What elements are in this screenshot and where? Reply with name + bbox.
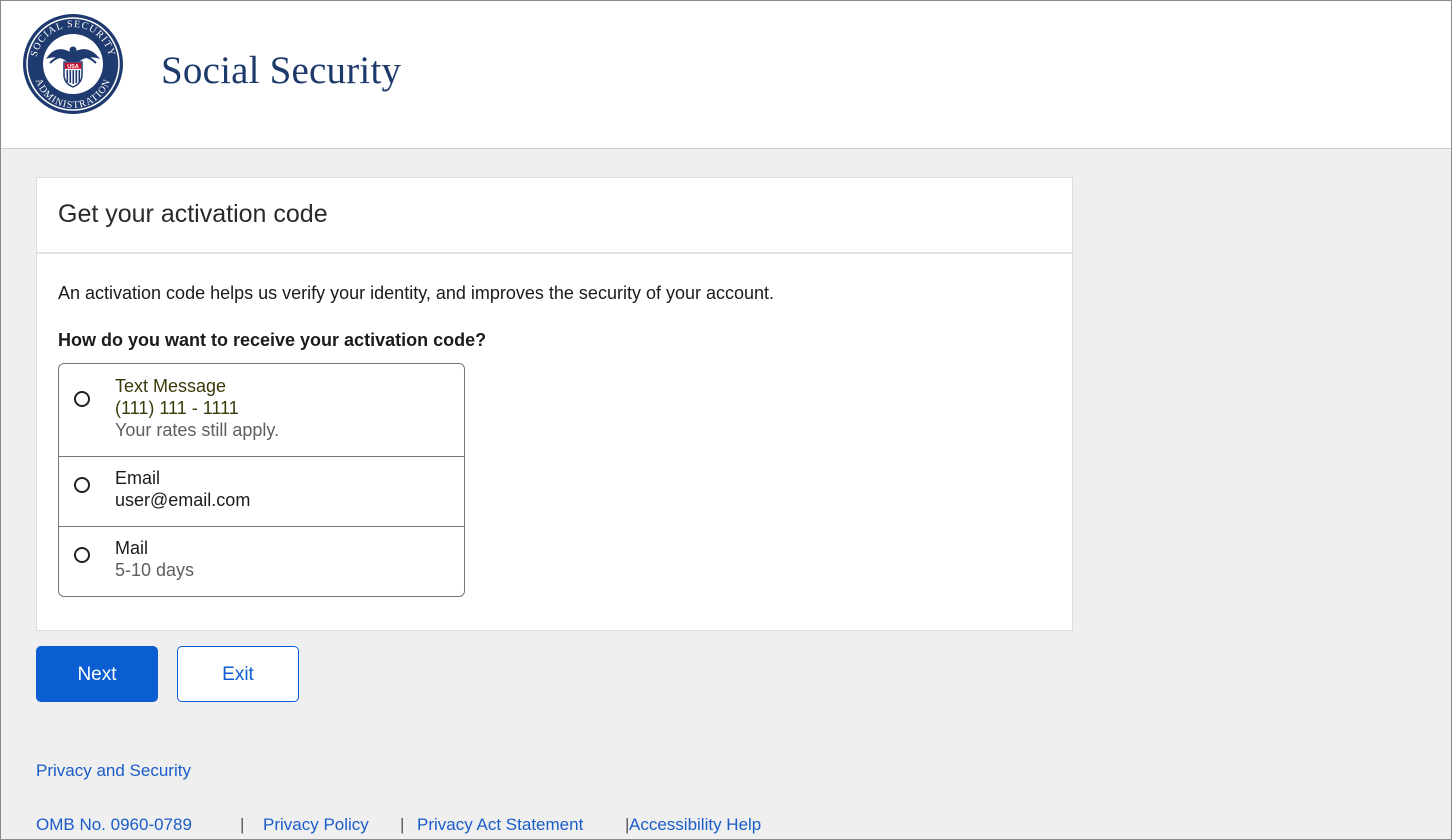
privacy-policy-link[interactable]: Privacy Policy bbox=[263, 816, 369, 833]
footer-separator: | bbox=[240, 815, 245, 834]
card-header: Get your activation code bbox=[37, 178, 1072, 254]
activation-code-card: Get your activation code An activation c… bbox=[36, 177, 1073, 631]
next-button[interactable]: Next bbox=[36, 646, 158, 702]
accessibility-help-link[interactable]: Accessibility Help bbox=[629, 816, 761, 833]
site-title[interactable]: Social Security bbox=[161, 51, 401, 90]
radio-mail[interactable] bbox=[74, 547, 90, 563]
delivery-options-group: Text Message (111) 111 - 1111 Your rates… bbox=[58, 363, 465, 597]
omb-number-link[interactable]: OMB No. 0960-0789 bbox=[36, 816, 192, 833]
option-text-message-note: Your rates still apply. bbox=[115, 420, 280, 440]
site-header: SOCIAL SECURITY ADMINISTRATION USA Socia… bbox=[1, 1, 1451, 149]
option-email-address: user@email.com bbox=[115, 490, 251, 510]
option-text-message-phone: (111) 111 - 1111 bbox=[115, 398, 239, 418]
ssa-seal-logo[interactable]: SOCIAL SECURITY ADMINISTRATION USA bbox=[22, 13, 124, 115]
exit-button[interactable]: Exit bbox=[177, 646, 299, 702]
option-email-label: Email bbox=[115, 468, 161, 488]
privacy-act-statement-link[interactable]: Privacy Act Statement bbox=[417, 816, 583, 833]
option-mail-label: Mail bbox=[115, 538, 149, 558]
radio-text-message[interactable] bbox=[74, 391, 90, 407]
option-mail-timeframe: 5-10 days bbox=[115, 560, 195, 580]
option-mail[interactable]: Mail 5-10 days bbox=[59, 527, 464, 596]
radio-email[interactable] bbox=[74, 477, 90, 493]
intro-text: An activation code helps us verify your … bbox=[58, 283, 775, 303]
option-text-message-label: Text Message bbox=[115, 376, 227, 396]
delivery-question: How do you want to receive your activati… bbox=[58, 330, 487, 350]
page-frame: SOCIAL SECURITY ADMINISTRATION USA Socia… bbox=[0, 0, 1452, 840]
option-text-message[interactable]: Text Message (111) 111 - 1111 Your rates… bbox=[59, 364, 464, 456]
option-email[interactable]: Email user@email.com bbox=[59, 457, 464, 526]
footer-separator: | bbox=[400, 815, 405, 834]
privacy-and-security-link[interactable]: Privacy and Security bbox=[36, 762, 191, 779]
page-title: Get your activation code bbox=[58, 200, 328, 228]
seal-shield-text: USA bbox=[67, 64, 79, 70]
